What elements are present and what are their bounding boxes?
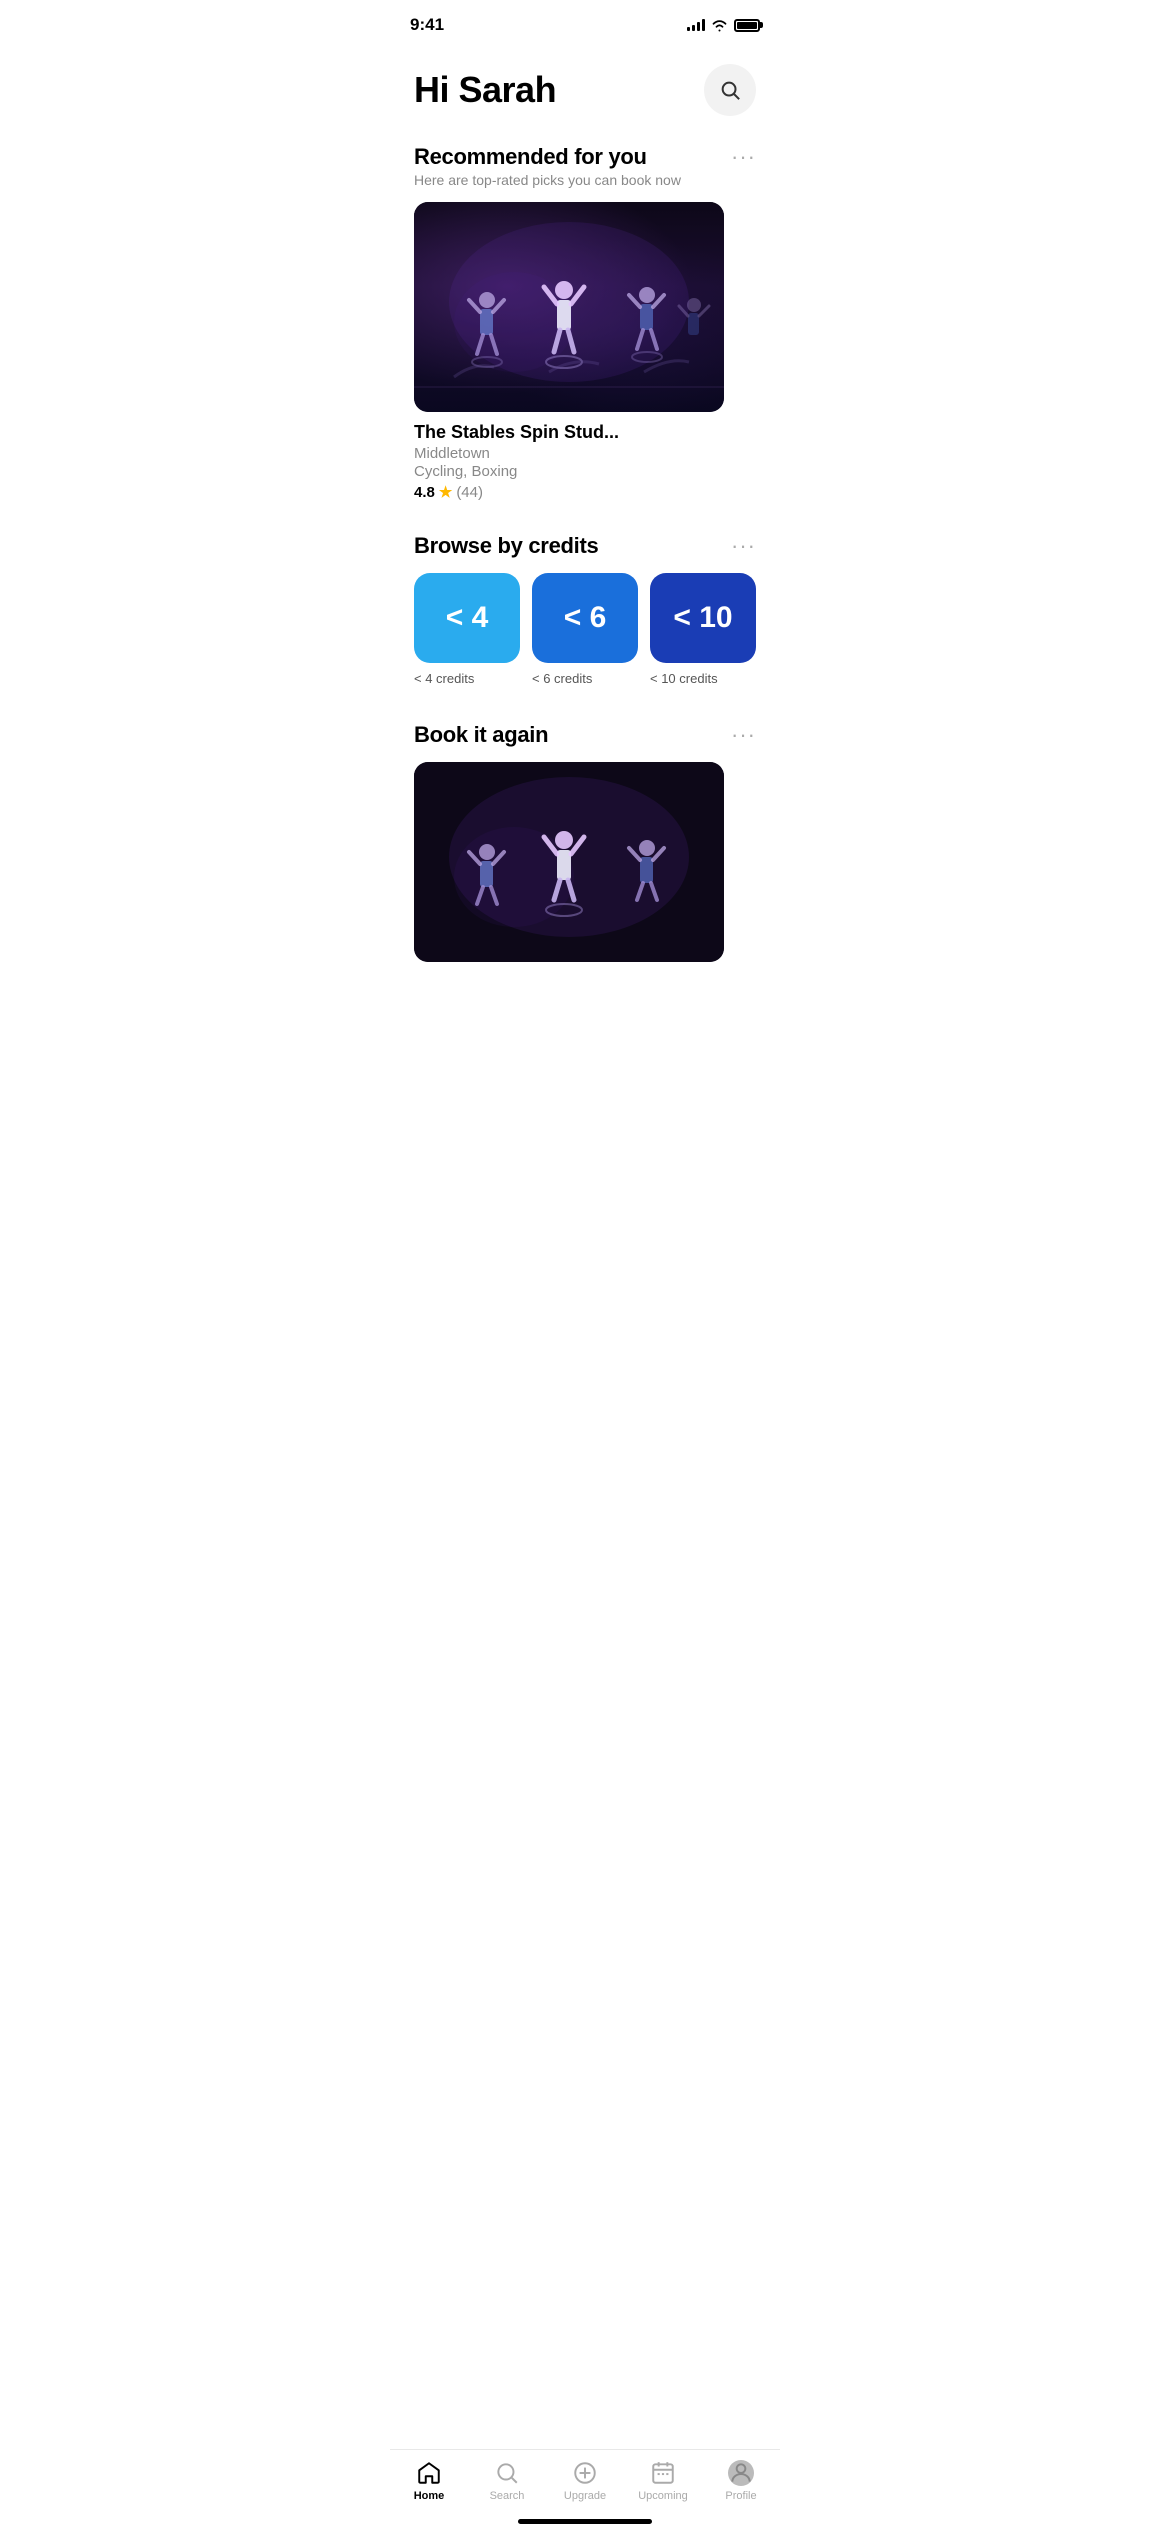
book-again-title: Book it again [414,722,548,748]
cycling-scene-illustration [414,202,724,412]
browse-credits-more-button[interactable]: ··· [731,535,756,557]
recommended-card[interactable]: The Stables Spin Stud... Middletown Cycl… [414,202,756,501]
credit-number-4: < 4 [446,601,489,635]
nav-label-home: Home [414,2490,445,2502]
credit-number-6: < 6 [564,601,607,635]
search-icon [719,79,741,101]
card-rating: 4.8 ★ (44) [414,483,756,501]
home-icon [416,2460,442,2486]
rating-count: (44) [456,484,483,501]
header-row: Hi Sarah [414,64,756,116]
star-icon: ★ [439,483,452,501]
card-name: The Stables Spin Stud... [414,422,756,443]
browse-credits-section: Browse by credits ··· < 4 < 4 credits < … [414,533,756,686]
nav-label-search: Search [490,2490,525,2502]
nav-item-upgrade[interactable]: Upgrade [546,2460,624,2502]
profile-icon [728,2460,754,2486]
credits-grid: < 4 < 4 credits < 6 < 6 credits < 10 < 1… [414,573,756,686]
card-location: Middletown [414,445,756,462]
recommended-card-image [414,202,724,412]
book-again-card[interactable] [414,762,756,962]
recommended-subtitle: Here are top-rated picks you can book no… [414,172,681,188]
card-type: Cycling, Boxing [414,463,756,480]
credit-label-6: < 6 credits [532,671,638,686]
wifi-icon [711,19,728,32]
greeting: Hi Sarah [414,69,556,111]
nav-label-profile: Profile [725,2490,756,2502]
nav-label-upgrade: Upgrade [564,2490,606,2502]
credit-label-4: < 4 credits [414,671,520,686]
nav-item-home[interactable]: Home [390,2460,468,2502]
browse-credits-title: Browse by credits [414,533,598,559]
credit-card-6[interactable]: < 6 < 6 credits [532,573,638,686]
recommended-section-header: Recommended for you Here are top-rated p… [414,144,756,188]
home-indicator [518,2519,652,2524]
nav-item-upcoming[interactable]: Upcoming [624,2460,702,2502]
search-button[interactable] [704,64,756,116]
recommended-title: Recommended for you [414,144,681,170]
nav-item-search[interactable]: Search [468,2460,546,2502]
recommended-more-button[interactable]: ··· [731,146,756,168]
search-nav-icon [494,2460,520,2486]
credit-number-10: < 10 [673,601,732,635]
book-again-image [414,762,724,962]
credit-card-box-4: < 4 [414,573,520,663]
book-again-section: Book it again ··· [414,722,756,962]
book-again-more-button[interactable]: ··· [731,724,756,746]
credit-card-4[interactable]: < 4 < 4 credits [414,573,520,686]
status-time: 9:41 [410,15,444,35]
nav-label-upcoming: Upcoming [638,2490,688,2502]
credit-card-10[interactable]: < 10 < 10 credits [650,573,756,686]
status-icons [687,19,760,32]
book-again-illustration [414,762,724,962]
main-content: Hi Sarah Recommended for you Here are to… [390,44,780,1052]
signal-icon [687,19,705,31]
rating-value: 4.8 [414,484,435,501]
credit-label-10: < 10 credits [650,671,756,686]
upgrade-icon [572,2460,598,2486]
battery-icon [734,19,760,32]
credit-card-box-10: < 10 [650,573,756,663]
upcoming-icon [650,2460,676,2486]
nav-item-profile[interactable]: Profile [702,2460,780,2502]
status-bar: 9:41 [390,0,780,44]
credit-card-box-6: < 6 [532,573,638,663]
